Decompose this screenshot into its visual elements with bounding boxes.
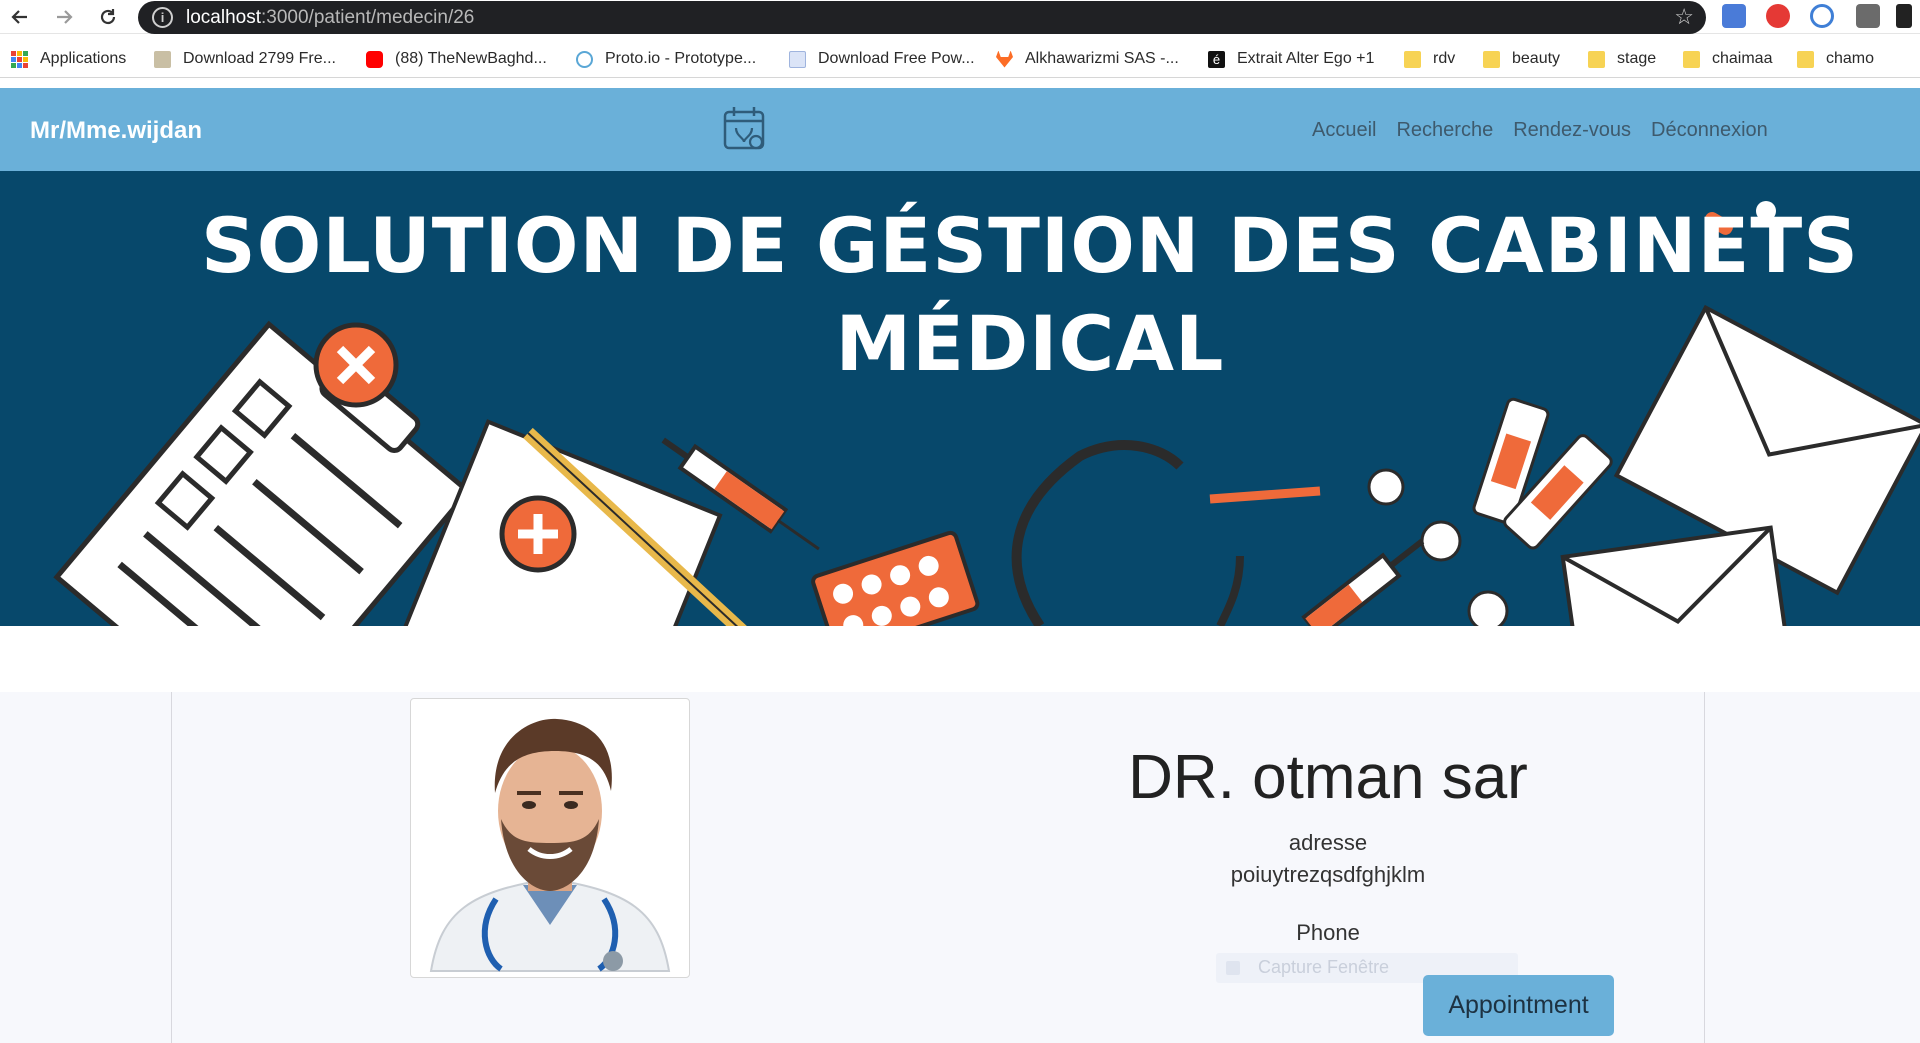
doctor-profile-section: DR. otman sar adresse poiuytrezqsdfghjkl… (0, 692, 1920, 1043)
bookmark-applications[interactable]: Applications (11, 48, 126, 70)
bookmark-label: beauty (1512, 50, 1561, 67)
apps-grid-icon (11, 50, 28, 68)
doctor-name: DR. otman sar (1128, 743, 1528, 812)
translate-extension-icon[interactable] (1722, 4, 1746, 28)
address-value: poiuytrezqsdfghjklm (1230, 862, 1426, 887)
folder-icon (1797, 50, 1814, 68)
capture-overlay-text: Capture Fenêtre (1258, 957, 1390, 977)
divider-right (1704, 692, 1705, 1043)
bookmark-label: Download Free Pow... (818, 50, 975, 67)
page-icon (154, 50, 171, 68)
bookmark-youtube[interactable]: (88) TheNewBaghd... (366, 48, 547, 70)
back-icon[interactable] (6, 3, 34, 31)
hero-title-line-1: SOLUTION DE GÉSTION DES CABINETS (201, 201, 1859, 290)
medical-calendar-logo-icon[interactable] (722, 104, 766, 154)
hero-banner: SOLUTION DE GÉSTION DES CABINETS MÉDICAL (0, 171, 1920, 626)
browser-toolbar: i localhost:3000/patient/medecin/26 ☆ (0, 0, 1920, 34)
user-brand[interactable]: Mr/Mme.wijdan (30, 117, 202, 145)
forward-icon[interactable] (50, 3, 78, 31)
nav-link-accueil[interactable]: Accueil (1312, 119, 1376, 142)
bookmark-label: chaimaa (1712, 50, 1773, 67)
bookmark-alkhawarizmi[interactable]: Alkhawarizmi SAS -... (996, 48, 1179, 70)
bookmark-label: Extrait Alter Ego +1 (1237, 50, 1375, 67)
section-spacer (0, 626, 1920, 692)
hero-title: SOLUTION DE GÉSTION DES CABINETS MÉDICAL (140, 197, 1920, 393)
folder-icon (1404, 50, 1421, 68)
address-url: localhost:3000/patient/medecin/26 (186, 7, 475, 28)
doctor-photo-card (410, 698, 690, 978)
folder-icon (1483, 50, 1500, 68)
bookmarks-bar: Applications Download 2799 Fre... (88) T… (0, 38, 1920, 78)
reload-icon[interactable] (94, 3, 122, 31)
sync-extension-icon[interactable] (1810, 4, 1834, 28)
nav-link-recherche[interactable]: Recherche (1396, 119, 1493, 142)
nav-link-rendez-vous[interactable]: Rendez-vous (1513, 119, 1631, 142)
page-icon (789, 50, 806, 68)
bookmark-label: stage (1617, 50, 1657, 67)
bookmark-label: Alkhawarizmi SAS -... (1025, 50, 1179, 67)
bookmark-download-2799[interactable]: Download 2799 Fre... (154, 48, 336, 70)
bookmark-label: (88) TheNewBaghd... (395, 50, 547, 67)
bookmark-star-icon[interactable]: ☆ (1674, 4, 1694, 30)
youtube-icon (366, 50, 383, 68)
doctor-avatar (417, 705, 683, 972)
extension-menu-icon[interactable] (1896, 4, 1912, 28)
bookmark-alter-ego[interactable]: é Extrait Alter Ego +1 (1208, 48, 1374, 70)
address-label: adresse (1288, 830, 1368, 855)
protoio-icon (576, 50, 593, 68)
pill-pack-illustration (811, 530, 980, 626)
adblock-extension-icon[interactable] (1766, 4, 1790, 28)
phone-label: Phone (1296, 920, 1360, 945)
folder-icon (1588, 50, 1605, 68)
capture-icon (1226, 961, 1240, 975)
bookmark-protoio[interactable]: Proto.io - Prototype... (576, 48, 756, 70)
main-nav: Accueil Recherche Rendez-vous Déconnexio… (1312, 119, 1768, 142)
bookmark-label: Download 2799 Fre... (183, 50, 336, 67)
bookmark-label: rdv (1433, 50, 1456, 67)
hero-title-line-2: MÉDICAL (835, 299, 1225, 388)
e-icon: é (1208, 50, 1225, 68)
bookmark-folder-rdv[interactable]: rdv (1404, 48, 1455, 70)
bookmark-label: Applications (40, 50, 127, 67)
app-navbar: Mr/Mme.wijdan Accueil Recherche Rendez-v… (0, 88, 1920, 171)
site-info-icon[interactable]: i (152, 7, 173, 28)
divider-left (171, 692, 172, 1043)
bookmark-label: chamo (1826, 50, 1875, 67)
bookmark-folder-stage[interactable]: stage (1588, 48, 1656, 70)
bookmark-download-free-pow[interactable]: Download Free Pow... (789, 48, 975, 70)
bookmark-folder-chamo[interactable]: chamo (1797, 48, 1874, 70)
address-bar[interactable]: i localhost:3000/patient/medecin/26 ☆ (138, 1, 1706, 34)
folder-icon (1683, 50, 1700, 68)
bookmark-folder-chaimaa[interactable]: chaimaa (1683, 48, 1772, 70)
gitlab-icon (996, 50, 1013, 68)
bookmark-label: Proto.io - Prototype... (605, 50, 757, 67)
appointment-button[interactable]: Appointment (1423, 975, 1614, 1036)
bookmark-folder-beauty[interactable]: beauty (1483, 48, 1560, 70)
eyedropper-extension-icon[interactable] (1856, 4, 1880, 28)
stethoscope-illustration (1011, 440, 1184, 626)
nav-link-deconnexion[interactable]: Déconnexion (1651, 119, 1768, 142)
